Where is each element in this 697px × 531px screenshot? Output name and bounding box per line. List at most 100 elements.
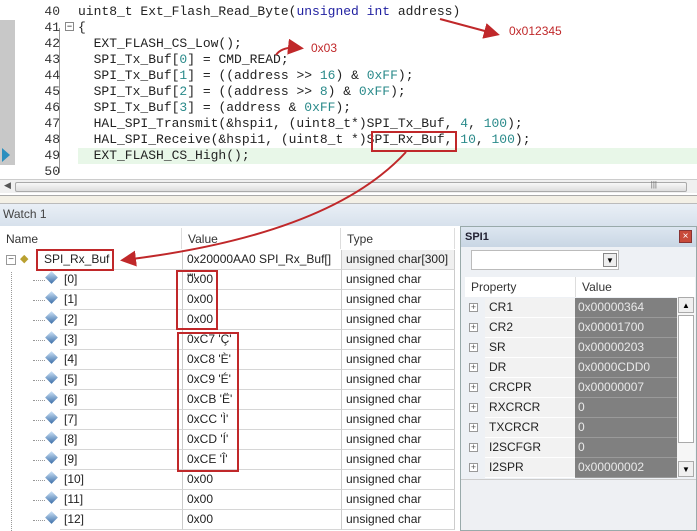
column-header-type[interactable]: Type	[341, 228, 455, 249]
register-row[interactable]: + RXCRCR 0	[465, 398, 677, 418]
element-value[interactable]: 0x00	[182, 490, 341, 510]
scroll-up-icon[interactable]: ▲	[678, 297, 694, 313]
expand-icon[interactable]: +	[469, 423, 478, 432]
code-line[interactable]: 49 EXT_FLASH_CS_High();	[0, 148, 697, 164]
element-type: unsigned char	[341, 490, 455, 510]
element-value[interactable]: 0xCB 'Ë'	[182, 390, 341, 410]
code-token: SPI_Tx_Buf[	[78, 52, 180, 67]
code-token: );	[514, 132, 531, 147]
root-value[interactable]: 0x20000AA0 SPI_Rx_Buf[] ""	[182, 250, 341, 285]
code-token: HAL_SPI_Transmit(&hspi1, (uint8_t*)SPI_T…	[78, 116, 461, 131]
table-row[interactable]: [0] 0x00 unsigned char	[0, 270, 456, 290]
element-value[interactable]: 0x00	[182, 510, 341, 530]
register-row[interactable]: + I2SCFGR 0	[465, 438, 677, 458]
expand-icon[interactable]: +	[469, 323, 478, 332]
element-value[interactable]: 0xCE 'Î'	[182, 450, 341, 470]
tree-line	[33, 520, 45, 521]
register-value[interactable]: 0x00000364	[575, 298, 677, 318]
code-line[interactable]: 44 SPI_Tx_Buf[1] = ((address >> 16) & 0x…	[0, 68, 697, 84]
collapse-icon[interactable]: −	[6, 255, 16, 265]
element-value[interactable]: 0x00	[182, 470, 341, 490]
register-value[interactable]: 0	[575, 438, 677, 458]
horizontal-scrollbar[interactable]: ◀ |||	[0, 179, 697, 193]
collapse-icon[interactable]: −	[65, 22, 74, 31]
register-value[interactable]: 0x00000203	[575, 338, 677, 358]
table-row[interactable]: [11] 0x00 unsigned char	[0, 490, 456, 510]
element-value[interactable]: 0xCC 'Ì'	[182, 410, 341, 430]
peripheral-dropdown[interactable]: ▼	[471, 250, 619, 270]
expand-icon[interactable]: +	[469, 463, 478, 472]
register-row[interactable]: + DR 0x0000CDD0	[465, 358, 677, 378]
column-header-name[interactable]: Name	[0, 228, 182, 249]
table-row[interactable]: [12] 0x00 unsigned char	[0, 510, 456, 530]
register-value[interactable]: 0	[575, 398, 677, 418]
tree-line	[33, 400, 45, 401]
element-value[interactable]: 0x00	[182, 310, 341, 330]
grip-icon: |||	[650, 180, 657, 189]
element-value[interactable]: 0x00	[182, 290, 341, 310]
expand-icon[interactable]: +	[469, 303, 478, 312]
vertical-scrollbar[interactable]: ▲ ▼	[677, 297, 695, 477]
table-row[interactable]: [4] 0xC8 'È' unsigned char	[0, 350, 456, 370]
code-editor[interactable]: 40 uint8_t Ext_Flash_Read_Byte(unsigned i…	[0, 0, 697, 195]
table-row[interactable]: [9] 0xCE 'Î' unsigned char	[0, 450, 456, 470]
element-value[interactable]: 0xCD 'Í'	[182, 430, 341, 450]
code-line[interactable]: 42 EXT_FLASH_CS_Low();	[0, 36, 697, 52]
table-row[interactable]: [5] 0xC9 'É' unsigned char	[0, 370, 456, 390]
code-line[interactable]: 43 SPI_Tx_Buf[0] = CMD_READ;	[0, 52, 697, 68]
code-line[interactable]: 41 {	[0, 20, 697, 36]
element-value[interactable]: 0xC7 'Ç'	[182, 330, 341, 350]
code-line[interactable]: 46 SPI_Tx_Buf[3] = (address & 0xFF);	[0, 100, 697, 116]
table-row[interactable]: [7] 0xCC 'Ì' unsigned char	[0, 410, 456, 430]
scroll-down-icon[interactable]: ▼	[678, 461, 694, 477]
register-row[interactable]: + CR1 0x00000364	[465, 298, 677, 318]
table-row[interactable]: [8] 0xCD 'Í' unsigned char	[0, 430, 456, 450]
table-row[interactable]: [2] 0x00 unsigned char	[0, 310, 456, 330]
register-value[interactable]: 0x00000007	[575, 378, 677, 398]
expand-icon[interactable]: +	[469, 383, 478, 392]
register-row[interactable]: + TXCRCR 0	[465, 418, 677, 438]
register-row[interactable]: + CRCPR 0x00000007	[465, 378, 677, 398]
register-value[interactable]: 0x00000002	[575, 458, 677, 478]
element-value[interactable]: 0xC8 'È'	[182, 350, 341, 370]
scrollbar-thumb[interactable]	[678, 315, 694, 443]
code-token: 100	[483, 116, 508, 131]
variable-icon	[45, 371, 58, 384]
column-header-value[interactable]: Value	[182, 228, 341, 249]
expand-icon[interactable]: +	[469, 363, 478, 372]
table-row-root[interactable]: − ◆ SPI_Rx_Buf 0x20000AA0 SPI_Rx_Buf[] "…	[0, 250, 456, 285]
code-token: SPI_Tx_Buf[	[78, 100, 180, 115]
register-value[interactable]: 0x0000CDD0	[575, 358, 677, 378]
register-row[interactable]: + CR2 0x00001700	[465, 318, 677, 338]
close-icon[interactable]: ×	[679, 230, 692, 243]
register-value[interactable]: 0x00001700	[575, 318, 677, 338]
column-header-value[interactable]: Value	[575, 277, 695, 297]
table-row[interactable]: [10] 0x00 unsigned char	[0, 470, 456, 490]
code-line[interactable]: 40 uint8_t Ext_Flash_Read_Byte(unsigned i…	[0, 4, 697, 20]
element-value[interactable]: 0x00	[182, 270, 341, 290]
code-text: EXT_FLASH_CS_Low();	[78, 36, 242, 52]
expand-icon[interactable]: +	[469, 403, 478, 412]
element-value[interactable]: 0xC9 'É'	[182, 370, 341, 390]
table-row[interactable]: [6] 0xCB 'Ë' unsigned char	[0, 390, 456, 410]
scrollbar-thumb[interactable]	[15, 182, 687, 192]
expand-icon[interactable]: +	[469, 343, 478, 352]
code-line[interactable]: 47 HAL_SPI_Transmit(&hspi1, (uint8_t*)SP…	[0, 116, 697, 132]
register-value[interactable]: 0	[575, 418, 677, 438]
register-row[interactable]: + I2SPR 0x00000002	[465, 458, 677, 478]
code-line[interactable]: 48 HAL_SPI_Receive(&hspi1, (uint8_t *)SP…	[0, 132, 697, 148]
scroll-left-icon[interactable]: ◀	[4, 180, 11, 191]
code-line[interactable]: 50	[0, 164, 697, 180]
register-row[interactable]: + SR 0x00000203	[465, 338, 677, 358]
variable-icon	[45, 451, 58, 464]
chevron-down-icon[interactable]: ▼	[603, 253, 617, 267]
variable-icon	[45, 431, 58, 444]
code-token: 16	[319, 68, 336, 83]
code-token: );	[397, 68, 414, 83]
code-line[interactable]: 45 SPI_Tx_Buf[2] = ((address >> 8) & 0xF…	[0, 84, 697, 100]
splitter[interactable]	[0, 195, 697, 204]
table-row[interactable]: [1] 0x00 unsigned char	[0, 290, 456, 310]
column-header-property[interactable]: Property	[465, 277, 575, 297]
expand-icon[interactable]: +	[469, 443, 478, 452]
table-row[interactable]: [3] 0xC7 'Ç' unsigned char	[0, 330, 456, 350]
